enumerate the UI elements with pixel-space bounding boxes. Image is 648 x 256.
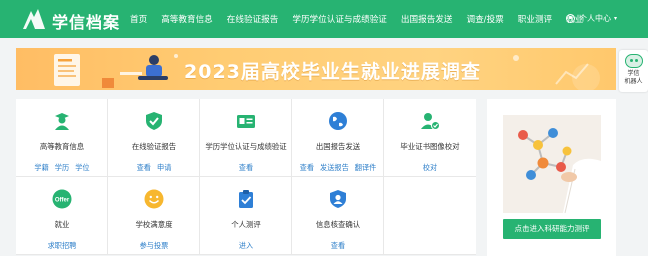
globe-icon — [329, 112, 347, 130]
survey-banner[interactable]: 2023届高校毕业生就业进展调查 — [16, 48, 616, 90]
nav-home[interactable]: 首页 — [130, 13, 147, 25]
id-card-icon — [237, 115, 255, 128]
service-overseas-report[interactable]: 出国报告发送 查看 发送报告 翻译件 — [292, 99, 384, 177]
shield-check-icon — [146, 112, 162, 130]
service-title: 学历学位认证与成绩验证 — [205, 142, 287, 151]
user-check-icon — [421, 113, 440, 130]
service-title: 信息核查确认 — [315, 220, 361, 229]
nav-overseas-report[interactable]: 出国报告发送 — [401, 13, 453, 25]
nav-degree-verification[interactable]: 学历学位认证与成绩验证 — [292, 13, 387, 25]
link-view[interactable]: 查看 — [239, 163, 253, 172]
link-send-report[interactable]: 发送报告 — [320, 163, 349, 172]
service-grid: 高等教育信息 学籍 学历 学位 在线验证报告 查看 申请 学历学位认证与成绩验证 查看 — [16, 99, 476, 255]
service-education-info[interactable]: 高等教育信息 学籍 学历 学位 — [16, 99, 108, 177]
molecule-model-image[interactable] — [503, 115, 601, 213]
service-degree-verification[interactable]: 学历学位认证与成绩验证 查看 — [200, 99, 292, 177]
shield-user-icon — [330, 190, 346, 208]
top-nav-bar: 学信档案 首页 高等教育信息 在线验证报告 学历学位认证与成绩验证 出国报告发送… — [0, 0, 648, 38]
brand-name[interactable]: 学信档案 — [52, 9, 120, 33]
smiley-icon — [144, 189, 164, 209]
robot-icon — [624, 54, 643, 68]
research-ability-panel: 点击进入科研能力测评 — [487, 99, 616, 256]
banner-decoration — [513, 55, 600, 90]
link-vote[interactable]: 参与投票 — [140, 241, 169, 250]
nav-career-assessment[interactable]: 职业测评 — [518, 13, 552, 25]
link-proofread[interactable]: 校对 — [423, 163, 437, 172]
service-title: 学校满意度 — [135, 220, 173, 229]
robot-label-2: 机器人 — [624, 78, 643, 85]
service-title: 出国报告发送 — [315, 142, 361, 151]
banner-illustration — [54, 54, 178, 88]
service-school-satisfaction[interactable]: 学校满意度 参与投票 — [108, 177, 200, 255]
link-apply[interactable]: 申请 — [157, 163, 171, 172]
link-xueji[interactable]: 学籍 — [34, 163, 48, 172]
user-center-menu[interactable]: 个人中心 ▾ — [566, 13, 617, 24]
nav-survey-vote[interactable]: 调查/投票 — [466, 13, 503, 25]
service-title: 毕业证书图像校对 — [400, 142, 460, 151]
service-info-verification[interactable]: 信息核查确认 查看 — [292, 177, 384, 255]
link-enter[interactable]: 进入 — [239, 241, 253, 250]
service-title: 个人测评 — [231, 220, 261, 229]
service-online-report[interactable]: 在线验证报告 查看 申请 — [108, 99, 200, 177]
service-title: 高等教育信息 — [39, 142, 85, 151]
nav-online-report[interactable]: 在线验证报告 — [227, 13, 279, 25]
offer-badge-icon: Offer — [52, 189, 72, 209]
user-icon — [566, 14, 575, 23]
nav-education-info[interactable]: 高等教育信息 — [161, 13, 213, 25]
link-xuewei[interactable]: 学位 — [75, 163, 89, 172]
service-personal-assessment[interactable]: 个人测评 进入 — [200, 177, 292, 255]
research-assessment-button[interactable]: 点击进入科研能力测评 — [503, 219, 601, 239]
graduate-user-icon — [55, 113, 69, 130]
link-translation[interactable]: 翻译件 — [355, 163, 377, 172]
service-diploma-proofread[interactable]: 毕业证书图像校对 校对 — [384, 99, 476, 177]
user-center-label: 个人中心 — [579, 14, 611, 23]
link-view[interactable]: 查看 — [137, 163, 151, 172]
empty-cell — [384, 177, 476, 255]
service-employment[interactable]: Offer 就业 求职招聘 — [16, 177, 108, 255]
chat-robot-button[interactable]: 学信 机器人 — [619, 50, 648, 92]
logo-icon[interactable] — [22, 7, 46, 31]
clipboard-check-icon — [239, 190, 253, 208]
link-view[interactable]: 查看 — [300, 163, 314, 172]
chevron-down-icon: ▾ — [614, 15, 618, 22]
link-xueli[interactable]: 学历 — [55, 163, 69, 172]
link-job-search[interactable]: 求职招聘 — [48, 241, 77, 250]
service-title: 在线验证报告 — [131, 142, 177, 151]
robot-label-1: 学信 — [627, 70, 640, 77]
banner-title: 2023届高校毕业生就业进展调查 — [184, 61, 481, 83]
link-view[interactable]: 查看 — [331, 241, 345, 250]
service-title: 就业 — [54, 220, 70, 229]
main-nav: 首页 高等教育信息 在线验证报告 学历学位认证与成绩验证 出国报告发送 调查/投… — [130, 0, 597, 38]
svg-text:Offer: Offer — [55, 198, 70, 204]
